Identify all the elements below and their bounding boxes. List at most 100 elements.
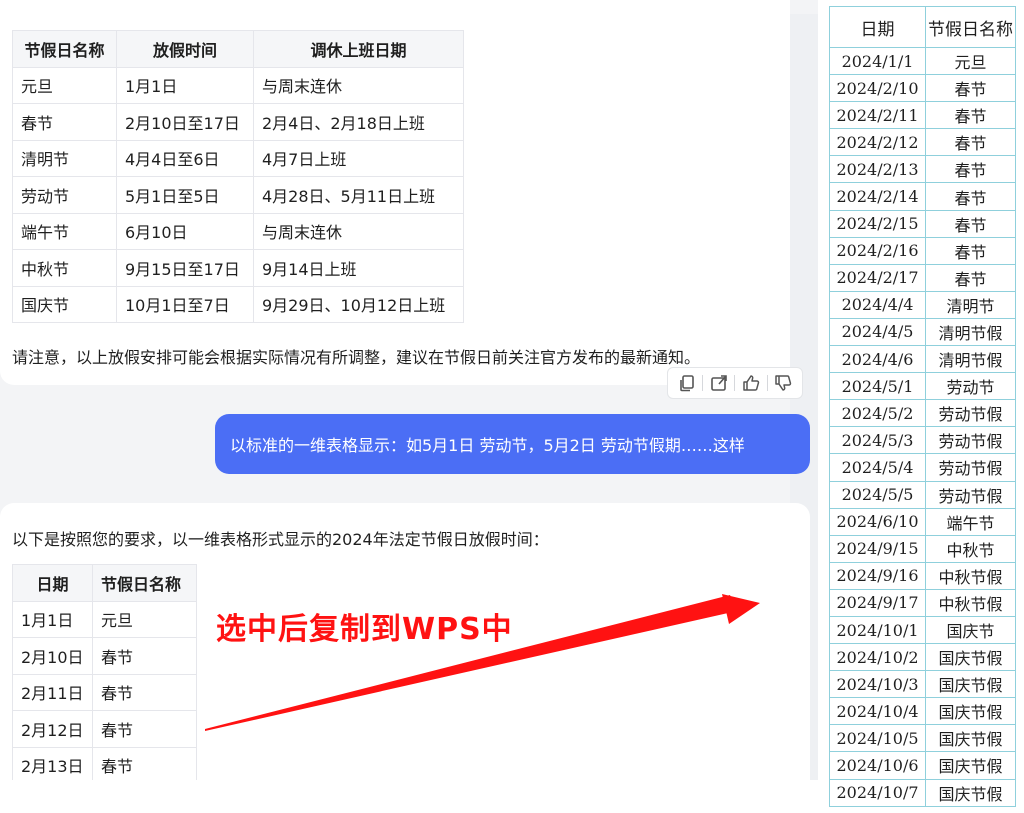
table-cell[interactable]: 2024/6/10: [829, 507, 926, 536]
table-cell[interactable]: 2024/10/2: [829, 643, 926, 672]
user-message-bubble: 以标准的一维表格显示：如5月1日 劳动节，5月2日 劳动节假期……这样: [215, 414, 810, 474]
table-row: 2024/9/15 中秋节: [829, 534, 1016, 563]
copy-icon[interactable]: [677, 373, 697, 393]
column-header[interactable]: 节假日名称: [925, 6, 1016, 48]
table-cell[interactable]: 2024/4/6: [829, 345, 926, 374]
table-cell[interactable]: 2024/2/11: [829, 101, 926, 130]
table-cell[interactable]: 2024/5/4: [829, 453, 926, 482]
table-cell[interactable]: 2024/10/6: [829, 751, 926, 780]
table-cell: 元旦: [12, 66, 117, 104]
table-row: 2024/10/2 国庆节假: [829, 643, 1016, 672]
table-cell[interactable]: 春节: [925, 101, 1016, 130]
table-row: 2024/2/13 春节: [829, 155, 1016, 184]
table-cell[interactable]: 春节: [925, 209, 1016, 238]
table-cell[interactable]: 清明节假: [925, 317, 1016, 347]
table-row: 2024/10/7 国庆节假: [829, 778, 1016, 807]
table-row: 2024/9/16 中秋节假: [829, 561, 1016, 590]
table-cell: 国庆节: [12, 285, 117, 323]
table-cell[interactable]: 2024/2/16: [829, 236, 926, 265]
thumbs-up-icon[interactable]: [741, 373, 761, 393]
table-cell[interactable]: 清明节假: [925, 345, 1016, 374]
table-cell: 春节: [12, 103, 117, 141]
table-cell[interactable]: 2024/1/1: [829, 46, 926, 76]
message-actions: [667, 367, 803, 399]
table-cell[interactable]: 春节: [925, 182, 1016, 211]
wps-spreadsheet-grid[interactable]: 日期 节假日名称 2024/1/1 元旦 2024/2/10 春节 2024/2/11 春…: [829, 6, 1016, 807]
table-cell[interactable]: 2024/5/2: [829, 399, 926, 428]
table-cell: 9月29日、10月12日上班: [253, 285, 464, 323]
table-cell[interactable]: 国庆节假: [925, 643, 1016, 672]
table-cell[interactable]: 2024/2/15: [829, 209, 926, 238]
column-header: 调休上班日期: [253, 30, 464, 68]
table-cell[interactable]: 劳动节假: [925, 426, 1016, 455]
table-row: 2024/2/12 春节: [829, 128, 1016, 157]
table-cell[interactable]: 春节: [925, 263, 1016, 292]
table-cell: 2月11日: [12, 673, 93, 711]
table-cell[interactable]: 2024/5/5: [829, 480, 926, 509]
table-cell: 与周末连休: [253, 212, 464, 250]
table-row: 2024/4/4 清明节: [829, 290, 1016, 319]
table-cell[interactable]: 劳动节假: [925, 399, 1016, 428]
table-cell[interactable]: 2024/2/10: [829, 74, 926, 103]
table-cell[interactable]: 国庆节假: [925, 697, 1016, 726]
table-cell: 春节: [92, 710, 197, 748]
table-cell[interactable]: 2024/4/4: [829, 290, 926, 319]
table-row: 清明节 4月4日至6日 4月7日上班: [12, 139, 464, 177]
table-cell[interactable]: 2024/2/12: [829, 128, 926, 157]
table-cell: 春节: [92, 746, 197, 780]
table-cell[interactable]: 春节: [925, 236, 1016, 265]
table-cell: 1月1日: [12, 600, 93, 638]
table-cell[interactable]: 国庆节假: [925, 670, 1016, 699]
table-row: 2024/2/14 春节: [829, 182, 1016, 211]
table-cell[interactable]: 2024/4/5: [829, 317, 926, 347]
table-cell[interactable]: 春节: [925, 128, 1016, 157]
table-cell: 4月4日至6日: [116, 139, 254, 177]
table-cell[interactable]: 2024/2/17: [829, 263, 926, 292]
table-row: 2月12日 春节: [12, 710, 197, 748]
table-cell[interactable]: 2024/2/14: [829, 182, 926, 211]
table-cell[interactable]: 国庆节假: [925, 778, 1016, 807]
thumbs-down-icon[interactable]: [773, 373, 793, 393]
table-cell[interactable]: 劳动节假: [925, 480, 1016, 509]
table-cell[interactable]: 2024/10/1: [829, 615, 926, 645]
table-row: 2024/10/5 国庆节假: [829, 724, 1016, 753]
table-cell[interactable]: 中秋节假: [925, 588, 1016, 617]
column-header: 节假日名称: [92, 564, 197, 602]
table-cell[interactable]: 清明节: [925, 290, 1016, 319]
table-cell[interactable]: 国庆节: [925, 615, 1016, 645]
table-cell[interactable]: 2024/5/1: [829, 372, 926, 401]
table-row: 春节 2月10日至17日 2月4日、2月18日上班: [12, 103, 464, 141]
table-row: 2024/10/6 国庆节假: [829, 751, 1016, 780]
column-header[interactable]: 日期: [829, 6, 926, 48]
share-icon[interactable]: [709, 373, 729, 393]
table-cell[interactable]: 劳动节假: [925, 453, 1016, 482]
table-cell[interactable]: 元旦: [925, 46, 1016, 76]
table-cell[interactable]: 2024/2/13: [829, 155, 926, 184]
table-cell[interactable]: 2024/9/16: [829, 561, 926, 590]
table-cell[interactable]: 中秋节假: [925, 561, 1016, 590]
notice-text: 请注意，以上放假安排可能会根据实际情况有所调整，建议在节假日前关注官方发布的最新…: [12, 348, 701, 367]
table-cell: 与周末连休: [253, 66, 464, 104]
holiday-schedule-table: 节假日名称 放假时间 调休上班日期 元旦 1月1日 与周末连休 春节 2月10日至17日…: [12, 30, 464, 323]
table-cell[interactable]: 国庆节假: [925, 724, 1016, 753]
table-cell: 2月12日: [12, 710, 93, 748]
table-cell: 9月15日至17日: [116, 249, 254, 287]
table-cell[interactable]: 2024/5/3: [829, 426, 926, 455]
table-cell[interactable]: 国庆节假: [925, 751, 1016, 780]
table-cell[interactable]: 劳动节: [925, 372, 1016, 401]
table-row: 2024/2/10 春节: [829, 74, 1016, 103]
table-cell[interactable]: 2024/9/15: [829, 534, 926, 563]
table-cell[interactable]: 2024/10/4: [829, 697, 926, 726]
table-row: 2024/5/4 劳动节假: [829, 453, 1016, 482]
table-cell[interactable]: 2024/9/17: [829, 588, 926, 617]
table-cell[interactable]: 中秋节: [925, 534, 1016, 563]
table-cell[interactable]: 2024/10/7: [829, 778, 926, 807]
table-cell[interactable]: 端午节: [925, 507, 1016, 536]
table-cell[interactable]: 春节: [925, 155, 1016, 184]
table-header-row: 节假日名称 放假时间 调休上班日期: [12, 30, 464, 68]
response-intro-text: 以下是按照您的要求，以一维表格形式显示的2024年法定节假日放假时间：: [12, 530, 549, 549]
table-cell[interactable]: 2024/10/3: [829, 670, 926, 699]
table-row: 2024/6/10 端午节: [829, 507, 1016, 536]
table-cell[interactable]: 春节: [925, 74, 1016, 103]
table-cell[interactable]: 2024/10/5: [829, 724, 926, 753]
